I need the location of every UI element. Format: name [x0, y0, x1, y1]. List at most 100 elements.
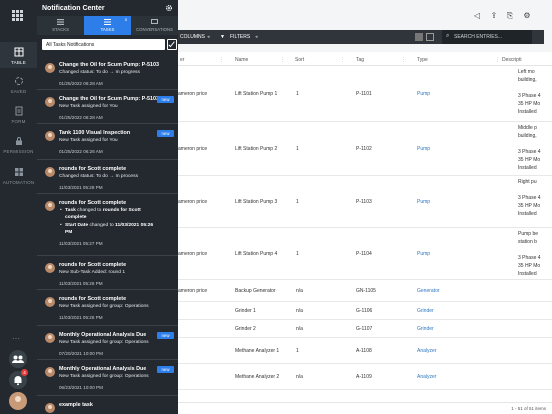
speaker-icon[interactable]: ◁: [473, 12, 481, 20]
notification-item[interactable]: Change the Oil for Scum Pump: P-5103 Chan…: [37, 56, 178, 90]
cell-type-link[interactable]: Grinder: [417, 326, 434, 332]
col-header-name[interactable]: Name: [235, 57, 248, 63]
cell-type-link[interactable]: Pump: [417, 251, 430, 257]
tab-stacks[interactable]: STACKS: [37, 16, 84, 35]
notification-item[interactable]: Monthly Operational Analysis Due new New T…: [37, 360, 178, 396]
avatar: [45, 201, 55, 211]
cell-tag: GN-1105: [356, 288, 376, 294]
mark-read-button[interactable]: [167, 39, 177, 50]
table-row[interactable]: ameron price Lift Station Pump 1 1 P-1101 Pu…: [178, 66, 552, 122]
stacks-icon: [57, 19, 64, 25]
notification-item[interactable]: rounds for Scott complete Task changed to…: [37, 194, 178, 256]
fullscreen-icon[interactable]: [426, 33, 434, 41]
cell-sort: 1: [296, 91, 299, 97]
col-menu-icon[interactable]: ⋮: [495, 57, 500, 63]
cell-tag: G-1107: [356, 326, 373, 332]
rail-item-saved[interactable]: SAVED: [0, 76, 37, 94]
cell-sort: 1: [296, 251, 299, 257]
notification-item[interactable]: example task: [37, 396, 178, 414]
cell-name: Backup Generator: [235, 288, 276, 294]
columns-button[interactable]: COLUMNS: [180, 34, 205, 40]
notification-item[interactable]: rounds for Scott complete New Task assign…: [37, 290, 178, 326]
avatar: [45, 167, 55, 177]
notification-text: Changed status: To do → In progress: [59, 70, 140, 75]
cell-type-link[interactable]: Grinder: [417, 308, 434, 314]
notification-title: Change the Oil for Scum Pump: P-5103: [59, 96, 160, 102]
table-row[interactable]: Methane Analyzer 2 n/a A-1109 Analyzer: [178, 364, 552, 390]
table-row[interactable]: ameron price Backup Generator n/a GN-1105 Ge…: [178, 280, 552, 302]
pagination-info: 1 - 51 of 51 items: [511, 406, 546, 411]
rail-item-form[interactable]: FORM: [0, 106, 37, 124]
table-row[interactable]: ameron price Lift Station Pump 2 1 P-1102 Pu…: [178, 122, 552, 176]
rail-label-automation: AUTOMATION: [2, 180, 35, 185]
notification-item[interactable]: rounds for Scott complete New Sub-Task Ad…: [37, 256, 178, 290]
panel-tabs: STACKS 5 TASKS CONVERSATIONS: [37, 16, 178, 35]
rail-item-permission[interactable]: PERMISSION: [0, 136, 37, 154]
rail-item-automation[interactable]: AUTOMATION: [0, 167, 37, 185]
notification-text: New Task assigned for You: [59, 104, 118, 109]
table-row[interactable]: Grinder 1 n/a G-1106 Grinder: [178, 302, 552, 320]
table-row[interactable]: Grinder 2 n/a G-1107 Grinder: [178, 320, 552, 338]
cell-owner: ameron price: [178, 199, 208, 205]
cell-type-link[interactable]: Pump: [417, 91, 430, 97]
notification-title: rounds for Scott complete: [59, 296, 127, 302]
change-value-cont: PM: [65, 230, 73, 235]
tab-conversations[interactable]: CONVERSATIONS: [131, 16, 178, 35]
col-menu-icon[interactable]: ⋮: [219, 57, 224, 63]
team-button[interactable]: [9, 350, 27, 368]
cell-type-link[interactable]: Analyzer: [417, 374, 436, 380]
table-row[interactable]: ameron price Lift Station Pump 4 1 P-1104 Pu…: [178, 228, 552, 280]
cell-type-link[interactable]: Pump: [417, 146, 430, 152]
col-header-type[interactable]: Type: [417, 57, 428, 63]
table-icon: [14, 47, 23, 57]
cell-type-link[interactable]: Analyzer: [417, 348, 436, 354]
change-bullet: Start Date changed to 11/03/2021 05:26: [60, 223, 153, 228]
filters-chevron-icon: ◂: [255, 34, 258, 40]
more-icon[interactable]: ···: [12, 334, 20, 343]
tab-tasks[interactable]: 5 TASKS: [84, 16, 131, 35]
cell-type-link[interactable]: Pump: [417, 199, 430, 205]
filters-button[interactable]: FILTERS: [230, 34, 250, 40]
settings-icon[interactable]: ⚙: [523, 12, 531, 20]
filter-icon: ▼: [220, 34, 225, 40]
rail-item-table[interactable]: TABLE: [0, 42, 37, 68]
col-menu-icon[interactable]: ⋮: [340, 57, 345, 63]
table-row[interactable]: ameron price Lift Station Pump 3 1 P-1103 Pu…: [178, 176, 552, 228]
cell-sort: 1: [296, 199, 299, 205]
notification-title: example task: [59, 402, 93, 408]
user-avatar[interactable]: [9, 392, 27, 410]
col-header-owner[interactable]: er: [180, 57, 184, 63]
col-header-tag[interactable]: Tag: [356, 57, 364, 63]
cell-owner: ameron price: [178, 251, 208, 257]
cell-sort: n/a: [296, 326, 303, 332]
notification-filter-select[interactable]: All Tasks Notifications: [42, 39, 165, 50]
notification-item[interactable]: Monthly Operational Analysis Due new New T…: [37, 326, 178, 360]
table-row[interactable]: Methane Analyzer 1 1 A-1108 Analyzer: [178, 338, 552, 364]
rail-label-permission: PERMISSION: [3, 149, 34, 154]
grid-view-icon[interactable]: [415, 33, 423, 41]
notifications-button[interactable]: 4: [9, 369, 28, 389]
import-icon[interactable]: ⎘: [506, 12, 514, 20]
avatar: [45, 263, 55, 273]
search-input[interactable]: ⌕ SEARCH ENTRIES...: [442, 30, 532, 44]
change-field: Start Date: [65, 223, 89, 228]
col-menu-icon[interactable]: ⋮: [280, 57, 285, 63]
cell-owner: ameron price: [178, 146, 208, 152]
cell-sort: n/a: [296, 308, 303, 314]
export-icon[interactable]: ⇪: [490, 12, 498, 20]
notification-date: 07/20/2021 10:00 PM: [59, 351, 103, 356]
gear-icon[interactable]: [165, 4, 173, 12]
cell-name: Grinder 2: [235, 326, 256, 332]
col-header-description[interactable]: Descripti: [502, 57, 521, 63]
col-menu-icon[interactable]: ⋮: [401, 57, 406, 63]
notification-item[interactable]: Change the Oil for Scum Pump: P-5103 new N…: [37, 90, 178, 124]
cell-type-link[interactable]: Generator: [417, 288, 440, 294]
apps-grid-icon[interactable]: [12, 10, 24, 22]
notification-item[interactable]: Tank 1100 Visual Inspection new New Task a…: [37, 124, 178, 160]
top-bar: ◁ ⇪ ⎘ ⚙: [178, 0, 552, 28]
notification-item[interactable]: rounds for Scott complete Changed status:…: [37, 160, 178, 194]
notification-panel: Notification Center STACKS 5 TASKS CONVE…: [37, 0, 178, 414]
cell-description: Pump be: [518, 231, 539, 237]
col-header-sort[interactable]: Sort: [295, 57, 304, 63]
notification-date: 01/25/2022 06:28 AM: [59, 81, 103, 86]
